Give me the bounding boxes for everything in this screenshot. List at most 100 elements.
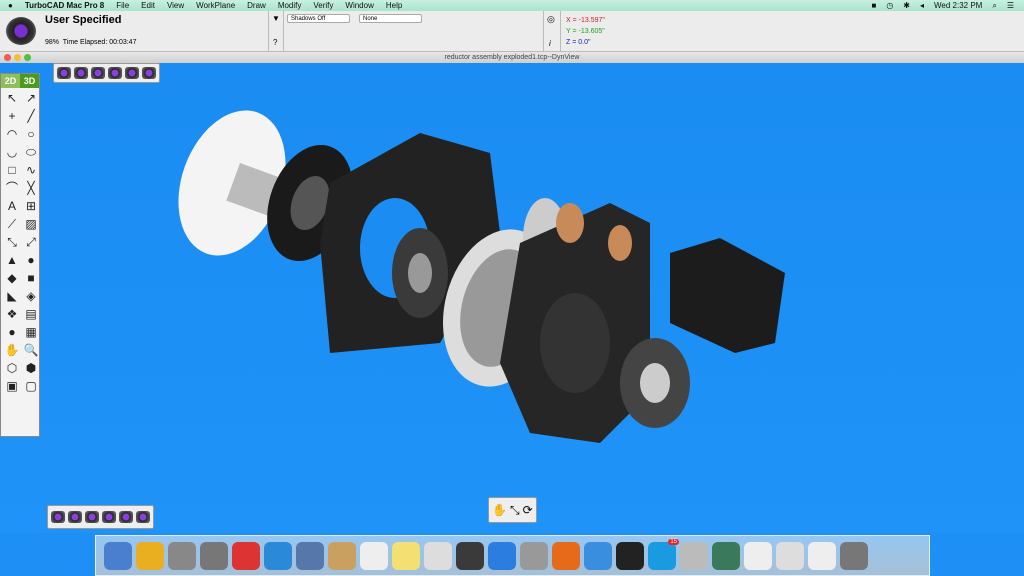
dock-app-icon[interactable] [328,541,356,570]
render-icon[interactable] [74,67,88,79]
dock-app-icon[interactable] [616,541,644,570]
dropdown-arrow-icon[interactable]: ▼ [272,14,280,23]
tool-icon[interactable]: ▦ [22,324,40,341]
shadows-select[interactable]: Shadows Off [287,14,350,23]
camera-icon[interactable] [102,511,116,523]
dock-app-icon[interactable] [424,541,452,570]
dock-app-icon[interactable] [552,541,580,570]
tool-icon[interactable]: ⤢ [22,234,40,251]
mode-select[interactable]: None [359,14,422,23]
zoom-button[interactable] [24,54,31,61]
tool-icon[interactable]: ▨ [22,216,40,233]
tool-icon[interactable]: ○ [22,126,40,143]
dock-app-icon[interactable] [712,541,740,570]
tool-icon[interactable]: ● [3,324,21,341]
rotate-icon[interactable]: ⟳ [523,503,533,517]
toggle-3d[interactable]: 3D [20,74,39,88]
volume-icon[interactable]: ◂ [920,1,924,10]
dock-app-icon[interactable] [360,541,388,570]
menu-file[interactable]: File [116,1,129,10]
dock-app-icon[interactable] [168,541,196,570]
3d-viewport[interactable] [0,63,1024,533]
tool-icon[interactable]: ▣ [3,378,21,395]
tool-icon[interactable]: 🔍 [22,342,40,359]
camera-icon[interactable] [119,511,133,523]
dock-app-icon[interactable] [680,541,708,570]
tool-icon[interactable]: ⟋ [3,216,21,233]
tool-icon[interactable]: ↖ [3,90,21,107]
dock-app-icon[interactable] [584,541,612,570]
render-icon[interactable] [57,67,71,79]
dock-app-icon[interactable] [296,541,324,570]
render-icon[interactable] [125,67,139,79]
menu-workplane[interactable]: WorkPlane [196,1,235,10]
tool-icon[interactable]: ▲ [3,252,21,269]
dock-app-icon[interactable] [840,541,868,570]
dock-app-icon[interactable] [232,541,260,570]
tool-icon[interactable]: ╱ [22,108,40,125]
close-button[interactable] [4,54,11,61]
render-icon[interactable] [108,67,122,79]
tool-icon[interactable]: ⤡ [3,234,21,251]
search-icon[interactable]: ⌕ [992,1,996,11]
dock-app-icon[interactable] [392,541,420,570]
dock-app-icon[interactable] [776,541,804,570]
tool-icon[interactable]: A [3,198,21,215]
camera-icon[interactable] [136,511,150,523]
dock-app-icon[interactable] [808,541,836,570]
status-icon[interactable]: ■ [871,1,876,10]
minimize-button[interactable] [14,54,21,61]
dock-app-icon[interactable] [488,541,516,570]
dock-app-icon[interactable] [200,541,228,570]
tool-icon[interactable]: ❖ [3,306,21,323]
tool-icon[interactable]: ⌒ [3,180,21,197]
tool-icon[interactable]: ⊞ [22,198,40,215]
bluetooth-icon[interactable]: ✱ [903,1,910,10]
camera-icon[interactable] [85,511,99,523]
apple-icon[interactable]: ● [8,1,13,10]
tool-icon[interactable]: ▤ [22,306,40,323]
tool-icon[interactable]: ◣ [3,288,21,305]
tool-icon[interactable]: ◡ [3,144,21,161]
dock-app-icon[interactable] [456,541,484,570]
camera-icon[interactable] [51,511,65,523]
tool-icon[interactable]: ╳ [22,180,40,197]
dock-app-icon[interactable] [136,541,164,570]
clock[interactable]: Wed 2:32 PM [934,1,982,10]
tool-icon[interactable]: + [3,108,21,125]
toggle-2d[interactable]: 2D [1,74,20,88]
menu-verify[interactable]: Verify [313,1,333,10]
tool-icon[interactable]: □ [3,162,21,179]
menu-help[interactable]: Help [386,1,402,10]
menu-modify[interactable]: Modify [278,1,302,10]
help-icon[interactable]: ? [273,38,277,47]
tool-icon[interactable]: ▢ [22,378,40,395]
menu-edit[interactable]: Edit [141,1,155,10]
dock-app-icon[interactable] [264,541,292,570]
tool-icon[interactable]: ● [22,252,40,269]
dock-app-icon[interactable] [520,541,548,570]
pan-hand-icon[interactable]: ✋ [492,503,507,517]
render-icon[interactable] [91,67,105,79]
dock-app-icon[interactable]: 15 [648,538,679,570]
camera-icon[interactable] [68,511,82,523]
tool-icon[interactable]: ∿ [22,162,40,179]
info-circle-icon[interactable]: ◎ [547,14,555,25]
tool-icon[interactable]: ⬢ [22,360,40,377]
tool-icon[interactable]: ◈ [22,288,40,305]
dock-app-icon[interactable] [104,541,132,570]
app-menu[interactable]: TurboCAD Mac Pro 8 [25,1,104,10]
menu-draw[interactable]: Draw [247,1,266,10]
zoom-icon[interactable]: ⤡ [510,503,520,518]
list-icon[interactable]: ☰ [1007,1,1014,10]
tool-icon[interactable]: ✋ [3,342,21,359]
tool-icon[interactable]: ■ [22,270,40,287]
info-icon[interactable]: i [549,39,551,48]
tool-icon[interactable]: ↗ [22,90,40,107]
dock-app-icon[interactable] [744,541,772,570]
render-camera-icon[interactable] [6,17,36,45]
tool-icon[interactable]: ⬡ [3,360,21,377]
tool-icon[interactable]: ◠ [3,126,21,143]
menu-view[interactable]: View [167,1,184,10]
time-machine-icon[interactable]: ◷ [886,1,893,10]
